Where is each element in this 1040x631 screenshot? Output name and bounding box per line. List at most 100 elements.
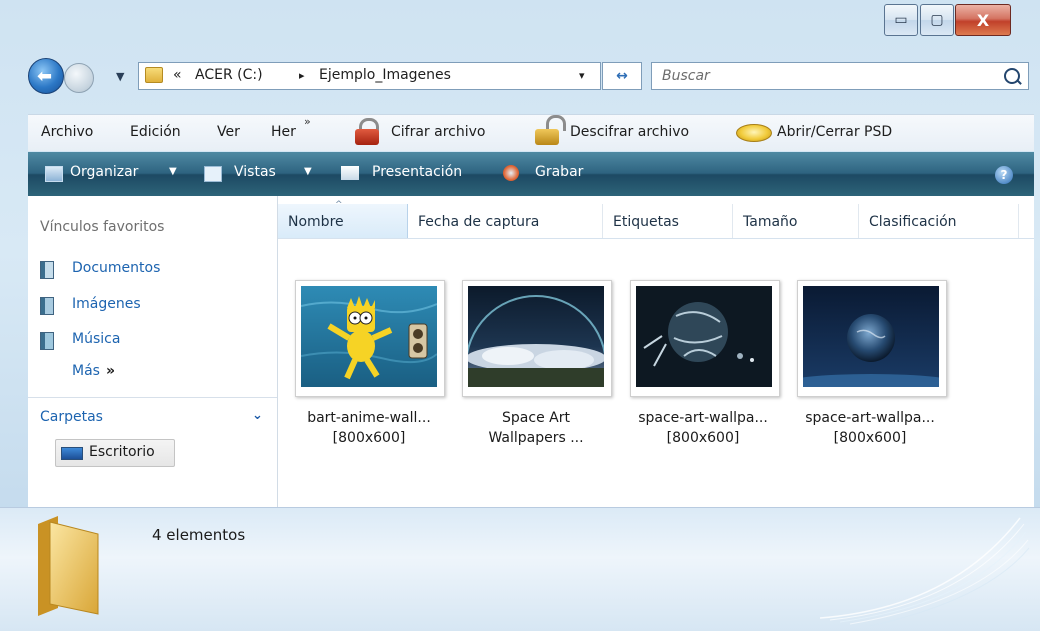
file-list: ^ Nombre Fecha de captura Etiquetas Tama… <box>278 196 1034 507</box>
maximize-icon: ▢ <box>930 12 944 28</box>
column-header-tamano[interactable]: Tamaño <box>733 204 859 238</box>
command-bar: Organizar ▼ Vistas ▼ Presentación Grabar… <box>28 152 1034 196</box>
search-box[interactable] <box>651 62 1029 90</box>
search-input[interactable] <box>660 67 984 85</box>
file-name-line: Space Art <box>502 410 570 426</box>
back-arrow-icon: ⬅ <box>37 66 53 87</box>
search-icon[interactable] <box>1004 68 1020 84</box>
open-close-psd-label: Abrir/Cerrar PSD <box>777 124 893 140</box>
menu-ver[interactable]: Ver <box>217 124 240 140</box>
menu-archivo[interactable]: Archivo <box>41 124 93 140</box>
column-label: Tamaño <box>743 214 798 230</box>
locked-padlock-icon <box>352 118 382 146</box>
pictures-icon <box>40 297 54 315</box>
file-thumbnail[interactable] <box>630 280 780 397</box>
file-name-line: bart-anime-wall... <box>307 410 431 426</box>
space-art-image <box>468 286 604 387</box>
file-name[interactable]: space-art-wallpa... [800x600] <box>623 408 783 448</box>
folder-icon <box>145 67 163 83</box>
unlocked-padlock-icon <box>532 115 566 146</box>
menu-edicion[interactable]: Edición <box>130 124 181 140</box>
file-name[interactable]: Space Art Wallpapers ... <box>456 408 616 448</box>
sidebar-item-label: Documentos <box>72 260 161 276</box>
file-name[interactable]: bart-anime-wall... [800x600] <box>289 408 449 448</box>
views-button[interactable]: Vistas <box>234 164 276 180</box>
file-name-line: [800x600] <box>332 430 406 446</box>
folder-icon <box>38 516 99 616</box>
file-name-line: space-art-wallpa... <box>805 410 935 426</box>
item-count: 4 elementos <box>152 526 246 544</box>
minimize-button[interactable]: ▭ <box>884 4 918 36</box>
folder-tree-item-escritorio[interactable]: Escritorio <box>55 439 175 467</box>
help-icon[interactable]: ? <box>995 166 1013 184</box>
breadcrumb-current-folder[interactable]: Ejemplo_Imagenes <box>319 67 451 83</box>
file-name-line: [800x600] <box>833 430 907 446</box>
breadcrumb-separator-icon[interactable]: ▸ <box>299 69 305 82</box>
desktop-icon <box>61 447 83 460</box>
minimize-icon: ▭ <box>894 12 908 28</box>
music-icon <box>40 332 54 350</box>
title-bar[interactable]: ▭ ▢ X <box>0 0 1040 48</box>
menu-overflow-chevron-icon[interactable]: » <box>304 115 311 128</box>
more-label: Más <box>72 363 100 379</box>
views-dropdown-icon[interactable]: ▼ <box>304 166 312 177</box>
close-icon: X <box>976 10 990 30</box>
organize-button[interactable]: Organizar <box>70 164 138 180</box>
disc-icon <box>736 124 772 142</box>
menu-bar: Archivo Edición Ver Her » Cifrar archivo… <box>28 114 1034 151</box>
folders-heading[interactable]: Carpetas <box>40 409 103 425</box>
slideshow-icon[interactable] <box>341 166 359 180</box>
encrypt-file-label: Cifrar archivo <box>391 124 486 140</box>
chevron-down-icon[interactable]: ⌄ <box>252 408 263 423</box>
favorite-links-heading: Vínculos favoritos <box>40 219 165 235</box>
refresh-button[interactable]: ↔ <box>602 62 642 90</box>
sort-ascending-icon: ^ <box>335 200 343 210</box>
sidebar-item-label: Imágenes <box>72 296 141 312</box>
double-chevron-icon: » <box>105 363 115 379</box>
address-bar[interactable]: « ACER (C:) ▸ Ejemplo_Imagenes ▾ <box>138 62 601 90</box>
forward-button[interactable] <box>64 63 94 93</box>
sidebar-item-label: Música <box>72 331 121 347</box>
back-button[interactable]: ⬅ <box>28 58 64 94</box>
file-name[interactable]: space-art-wallpa... [800x600] <box>790 408 950 448</box>
organize-dropdown-icon[interactable]: ▼ <box>169 166 177 177</box>
file-thumbnail[interactable] <box>797 280 947 397</box>
decrypt-file-label: Descifrar archivo <box>570 124 690 140</box>
address-dropdown-icon[interactable]: ▾ <box>579 69 585 82</box>
more-links[interactable]: Más » <box>72 363 115 379</box>
file-thumbnail[interactable] <box>462 280 612 397</box>
breadcrumb-drive[interactable]: ACER (C:) <box>195 67 263 83</box>
recent-pages-dropdown[interactable]: ▼ <box>116 70 124 83</box>
details-pane: 4 elementos <box>0 507 1040 631</box>
bart-underwater-image <box>301 286 437 387</box>
close-button[interactable]: X <box>955 4 1011 36</box>
column-header-etiquetas[interactable]: Etiquetas <box>603 204 733 238</box>
column-label: Etiquetas <box>613 214 679 230</box>
earth-in-space-image <box>803 286 939 387</box>
column-headers: ^ Nombre Fecha de captura Etiquetas Tama… <box>278 200 1034 239</box>
column-label: Nombre <box>288 214 344 230</box>
breadcrumb-overflow[interactable]: « <box>173 67 182 83</box>
explorer-window: ▭ ▢ X ⬅ ▼ « ACER (C:) ▸ Ejemplo_Imagenes… <box>0 0 1040 631</box>
organize-icon[interactable] <box>45 166 63 182</box>
file-thumbnail[interactable] <box>295 280 445 397</box>
burn-button[interactable]: Grabar <box>535 164 583 180</box>
menu-herramientas[interactable]: Her <box>271 124 296 140</box>
file-name-line: Wallpapers ... <box>488 430 584 446</box>
column-label: Fecha de captura <box>418 214 540 230</box>
views-icon[interactable] <box>204 166 222 182</box>
decorative-swoosh <box>819 517 1030 627</box>
navigation-pane: Vínculos favoritos Documentos Imágenes M… <box>28 196 278 507</box>
file-name-line: space-art-wallpa... <box>638 410 768 426</box>
column-header-clasificacion[interactable]: Clasificación <box>859 204 1019 238</box>
sidebar-divider <box>28 397 277 398</box>
documents-icon <box>40 261 54 279</box>
space-art-planet-image <box>636 286 772 387</box>
burn-disc-icon[interactable] <box>503 165 519 181</box>
column-header-nombre[interactable]: ^ Nombre <box>278 200 408 238</box>
column-label: Clasificación <box>869 214 957 230</box>
maximize-button[interactable]: ▢ <box>920 4 954 36</box>
slideshow-button[interactable]: Presentación <box>372 164 462 180</box>
column-header-fecha[interactable]: Fecha de captura <box>408 204 603 238</box>
file-name-line: [800x600] <box>666 430 740 446</box>
